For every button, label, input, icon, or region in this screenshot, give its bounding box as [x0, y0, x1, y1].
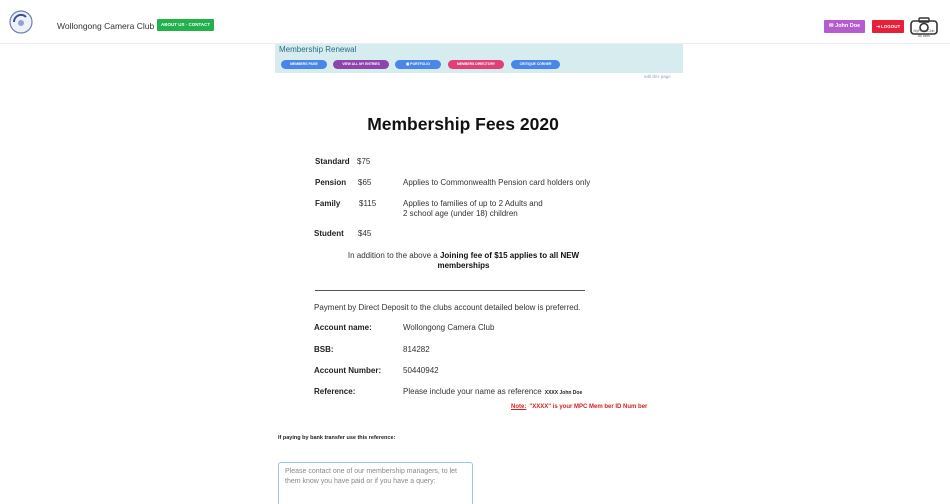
reference-label: Reference:: [314, 387, 356, 396]
fee-price-student: $45: [358, 229, 372, 238]
members-page-button[interactable]: MEMBERS PAGE: [281, 60, 327, 69]
brand-subtitle: All sites: [917, 33, 931, 38]
note-text: "XXXX" is your MPC Mem ber ID Num ber: [529, 404, 648, 410]
fee-price-pension: $65: [358, 178, 372, 187]
note-prefix: Note:: [511, 404, 527, 410]
account-name-value: Wollongong Camera Club: [403, 323, 495, 332]
edit-page-link[interactable]: edit this page: [644, 74, 671, 79]
fee-price-standard: $75: [357, 157, 371, 166]
fee-price-family: $115: [359, 199, 377, 208]
view-entries-button[interactable]: VIEW ALL MY ENTRIES: [333, 60, 389, 69]
payment-method-note: Payment by Direct Deposit to the clubs a…: [314, 303, 581, 312]
fee-label-pension: Pension: [315, 178, 347, 187]
fee-desc-family-line1: Applies to families of up to 2 Adults an…: [403, 199, 543, 208]
account-number-label: Account Number:: [314, 366, 382, 375]
brand-name: MyPhotoClub: [913, 29, 935, 33]
account-number-value: 50440942: [403, 366, 439, 375]
portfolio-button[interactable]: ▣ PORTFOLIO: [395, 60, 441, 69]
fee-label-family: Family: [315, 199, 341, 208]
bsb-value: 814282: [403, 345, 430, 354]
account-name-label: Account name:: [314, 323, 372, 332]
fee-label-standard: Standard: [315, 157, 350, 166]
user-account-button[interactable]: ✉ John Doe: [824, 20, 866, 33]
joining-fee-text: In addition to the above a Joining fee o…: [325, 251, 602, 271]
renewal-title: Membership Renewal: [279, 45, 357, 54]
membership-renewal-panel: Membership Renewal MEMBERS PAGE VIEW ALL…: [275, 44, 683, 73]
club-name[interactable]: Wollongong Camera Club: [57, 21, 154, 31]
reference-example: XXXX John Doe: [544, 390, 583, 396]
joining-fee-intro: In addition to the above a: [347, 251, 440, 260]
contact-managers-text: Please contact one of our membership man…: [285, 468, 457, 485]
joining-fee-highlight: Joining fee of $15 applies to all NEW me…: [437, 251, 580, 270]
critique-corner-button[interactable]: CRITIQUE CORNER: [511, 60, 560, 69]
members-directory-button[interactable]: MEMBERS DIRECTORY: [448, 60, 504, 69]
about-contact-button[interactable]: ABOUT US · CONTACT: [157, 19, 215, 31]
reference-text: Please include your name as reference: [403, 387, 542, 396]
top-bar: Wollongong Camera Club ABOUT US · CONTAC…: [0, 0, 950, 44]
fee-label-student: Student: [314, 229, 344, 238]
member-id-note: Note: "XXXX" is your MPC Mem ber ID Num b…: [511, 404, 647, 410]
reference-instructions: Please include your name as reference XXX…: [403, 387, 582, 396]
page-title: Membership Fees 2020: [367, 114, 559, 134]
bsb-label: BSB:: [314, 345, 334, 354]
club-logo-icon[interactable]: [9, 10, 33, 34]
logout-button[interactable]: ⇥ LOGOUT: [872, 20, 905, 33]
contact-managers-field[interactable]: Please contact one of our membership man…: [278, 462, 473, 504]
fee-desc-pension: Applies to Commonwealth Pension card hol…: [403, 178, 591, 187]
section-divider: [315, 290, 585, 291]
fee-desc-family-line2: 2 school age (under 18) children: [403, 209, 518, 218]
bank-transfer-reference-label: If paying by bank transfer use this refe…: [278, 435, 396, 441]
